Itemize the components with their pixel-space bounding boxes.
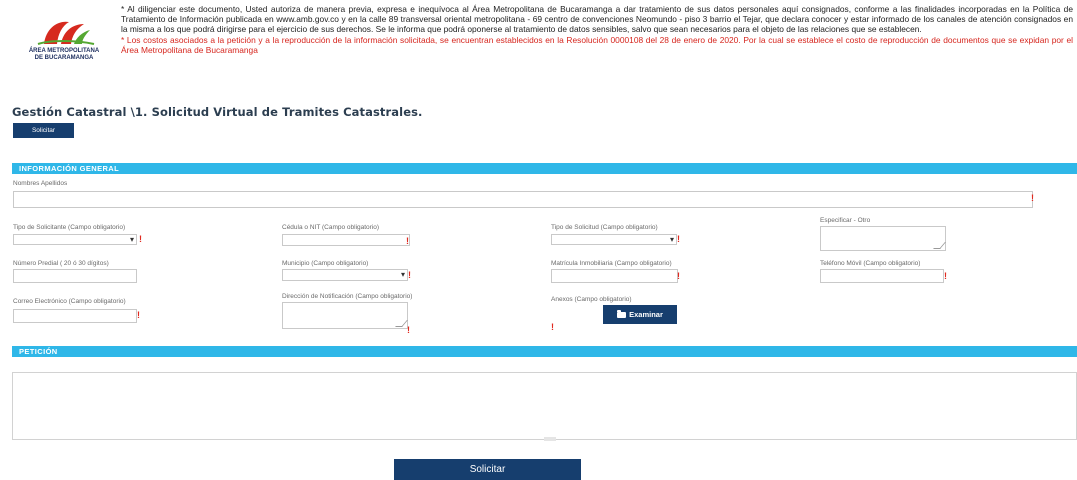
- tipo-solicitante-label: Tipo de Solicitante (Campo obligatorio): [13, 224, 126, 231]
- cedula-label: Cédula o NIT (Campo obligatorio): [282, 224, 380, 231]
- resize-handle-icon[interactable]: [395, 320, 408, 327]
- telefono-input[interactable]: [820, 269, 944, 283]
- matricula-label: Matrícula Inmobiliaria (Campo obligatori…: [551, 260, 672, 267]
- numero-predial-label: Número Predial ( 20 ó 30 dígitos): [13, 260, 109, 267]
- cedula-input[interactable]: [282, 234, 410, 246]
- municipio-required-icon: !: [408, 270, 411, 280]
- telefono-label: Teléfono Móvil (Campo obligatorio): [820, 260, 921, 267]
- correo-input[interactable]: [13, 309, 137, 323]
- direccion-label: Dirección de Notificación (Campo obligat…: [282, 293, 413, 300]
- tipo-solicitud-required-icon: !: [677, 234, 680, 244]
- section-header-general: INFORMACIÓN GENERAL: [12, 163, 1077, 174]
- municipio-select[interactable]: ▾: [282, 269, 408, 281]
- logo-text: ÁREA METROPOLITANA DE BUCARAMANGA: [14, 48, 114, 61]
- logo-emblem-icon: [37, 21, 95, 45]
- nombres-label: Nombres Apellidos: [13, 180, 68, 187]
- amb-logo: ÁREA METROPOLITANA DE BUCARAMANGA: [14, 14, 114, 62]
- peticion-textarea[interactable]: [12, 372, 1077, 441]
- page-title: Gestión Catastral \1. Solicitud Virtual …: [12, 105, 423, 119]
- telefono-required-icon: !: [944, 271, 947, 281]
- privacy-notice: * Al diligenciar este documento, Usted a…: [121, 4, 1073, 55]
- top-solicitar-button[interactable]: Solicitar: [13, 123, 74, 138]
- municipio-label: Municipio (Campo obligatorio): [282, 260, 369, 267]
- tipo-solicitante-select[interactable]: ▾: [13, 234, 137, 245]
- numero-predial-input[interactable]: [13, 269, 137, 283]
- logo-text-line2: DE BUCARAMANGA: [34, 54, 94, 61]
- examinar-button[interactable]: Examinar: [603, 305, 677, 324]
- privacy-notice-paragraph: * Al diligenciar este documento, Usted a…: [121, 4, 1073, 35]
- correo-label: Correo Electrónico (Campo obligatorio): [13, 298, 126, 305]
- logo-text-line1: ÁREA METROPOLITANA: [28, 48, 100, 54]
- nombres-required-icon: !: [1031, 193, 1034, 203]
- correo-required-icon: !: [137, 310, 140, 320]
- nombres-input[interactable]: [13, 191, 1033, 208]
- especificar-label: Especificar - Otro: [820, 217, 871, 224]
- anexos-label: Anexos (Campo obligatorio): [551, 296, 632, 303]
- especificar-textarea[interactable]: [820, 226, 946, 251]
- tipo-solicitante-required-icon: !: [139, 234, 142, 244]
- matricula-required-icon: !: [677, 271, 680, 281]
- tipo-solicitud-label: Tipo de Solicitud (Campo obligatorio): [551, 224, 658, 231]
- resize-handle-icon[interactable]: [933, 242, 946, 249]
- examinar-button-label: Examinar: [629, 310, 663, 319]
- chevron-down-icon: ▾: [400, 270, 405, 279]
- chevron-down-icon: ▾: [129, 235, 134, 244]
- matricula-input[interactable]: [551, 269, 678, 283]
- resize-grip-icon[interactable]: [544, 437, 556, 441]
- direccion-required-icon: !: [407, 325, 410, 335]
- section-header-peticion: PETICIÓN: [12, 346, 1077, 357]
- anexos-required-icon: !: [551, 322, 554, 332]
- chevron-down-icon: ▾: [669, 235, 674, 244]
- direccion-textarea[interactable]: [282, 302, 408, 329]
- cedula-required-icon: !: [406, 236, 409, 246]
- tipo-solicitud-select[interactable]: ▾: [551, 234, 677, 245]
- submit-solicitar-button[interactable]: Solicitar: [394, 459, 581, 480]
- costs-notice-paragraph: * Los costos asociados a la petición y a…: [121, 34, 1073, 55]
- folder-open-icon: [617, 309, 627, 318]
